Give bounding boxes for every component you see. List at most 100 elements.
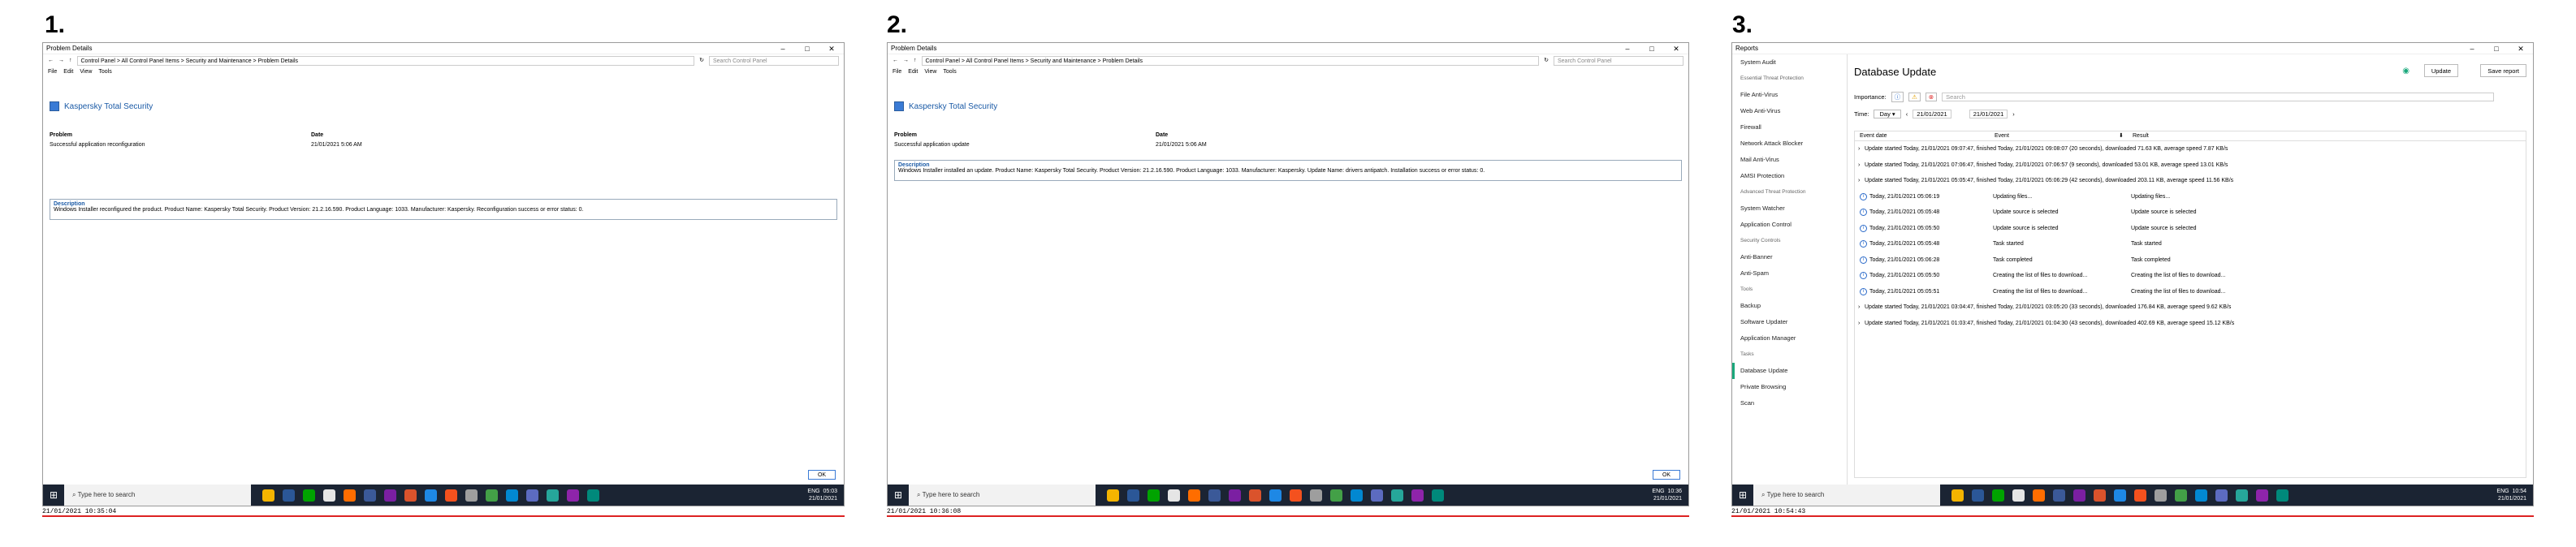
col-event[interactable]: Event [1995, 131, 2009, 141]
info-filter-icon[interactable]: ⓘ [1891, 92, 1904, 102]
sort-down-icon[interactable]: ⬇ [2119, 131, 2124, 141]
expand-chevron-icon[interactable]: › [1858, 173, 1860, 189]
sidebar-item[interactable]: AMSI Protection [1732, 168, 1847, 184]
taskbar-app-icon[interactable] [526, 489, 538, 502]
sidebar-item[interactable]: Firewall [1732, 119, 1847, 136]
expand-chevron-icon[interactable]: › [1858, 141, 1860, 157]
menu-edit[interactable]: Edit [63, 67, 73, 77]
taskbar-app-icon[interactable] [1168, 489, 1180, 502]
sidebar-item[interactable]: Application Manager [1732, 330, 1847, 347]
taskbar-app-icon[interactable] [1391, 489, 1403, 502]
taskbar-app-icon[interactable] [283, 489, 295, 502]
search-input[interactable]: Search Control Panel [1554, 56, 1683, 66]
taskbar-app-icon[interactable] [2094, 489, 2106, 502]
taskbar-app-icon[interactable] [2276, 489, 2289, 502]
taskbar-app-icon[interactable] [303, 489, 315, 502]
update-button[interactable]: Update [2423, 64, 2458, 77]
system-tray[interactable]: ENG 05:03 21/01/2021 [807, 488, 844, 502]
minimize-icon[interactable]: – [2460, 43, 2484, 54]
back-icon[interactable]: ← [48, 55, 54, 67]
taskbar-app-icon[interactable] [1351, 489, 1363, 502]
expand-chevron-icon[interactable]: › [1858, 299, 1860, 316]
event-detail-row[interactable]: i Today, 21/01/2021 05:05:50 Update source… [1855, 221, 2526, 237]
update-summary-row[interactable]: › Update started Today, 21/01/2021 01:03:… [1855, 316, 2526, 332]
sidebar-item[interactable]: Software Updater [1732, 314, 1847, 330]
sidebar-item[interactable]: Web Anti-Virus [1732, 103, 1847, 119]
taskbar-app-icon[interactable] [1371, 489, 1383, 502]
taskbar-app-icon[interactable] [364, 489, 376, 502]
taskbar-app-icon[interactable] [384, 489, 396, 502]
menu-tools[interactable]: Tools [98, 67, 111, 77]
taskbar-app-icon[interactable] [1148, 489, 1160, 502]
ok-button[interactable]: OK [808, 470, 836, 480]
up-icon[interactable]: ↑ [69, 55, 72, 67]
taskbar-app-icon[interactable] [2053, 489, 2065, 502]
taskbar-app-icon[interactable] [344, 489, 356, 502]
error-filter-icon[interactable]: ⊗ [1925, 93, 1938, 101]
minimize-icon[interactable]: – [1615, 43, 1640, 54]
menu-file[interactable]: File [893, 67, 901, 77]
taskbar-app-icon[interactable] [1127, 489, 1139, 502]
taskbar-app-icon[interactable] [425, 489, 437, 502]
taskbar-search[interactable]: ⌕ Type here to search [64, 485, 251, 506]
close-icon[interactable]: ✕ [2509, 43, 2533, 54]
taskbar-app-icon[interactable] [2114, 489, 2126, 502]
taskbar-app-icon[interactable] [2033, 489, 2045, 502]
taskbar-app-icon[interactable] [2195, 489, 2207, 502]
menu-tools[interactable]: Tools [943, 67, 956, 77]
system-tray[interactable]: ENG 10:36 21/01/2021 [1652, 488, 1688, 502]
forward-icon[interactable]: → [903, 55, 909, 67]
sidebar-item[interactable]: System Audit [1732, 54, 1847, 71]
search-input[interactable]: Search Control Panel [709, 56, 839, 66]
taskbar-app-icon[interactable] [1107, 489, 1119, 502]
windows-start-icon[interactable]: ⊞ [43, 489, 64, 501]
taskbar-app-icon[interactable] [2012, 489, 2025, 502]
menu-view[interactable]: View [80, 67, 92, 77]
sidebar-item[interactable]: Database Update [1732, 363, 1847, 379]
event-detail-row[interactable]: i Today, 21/01/2021 05:06:28 Task complete… [1855, 252, 2526, 269]
col-result[interactable]: Result [2133, 131, 2149, 141]
taskbar-app-icon[interactable] [465, 489, 478, 502]
taskbar-app-icon[interactable] [2073, 489, 2085, 502]
refresh-icon[interactable]: ↻ [1544, 55, 1549, 67]
update-summary-row[interactable]: › Update started Today, 21/01/2021 03:04:… [1855, 299, 2526, 316]
next-period-icon[interactable]: › [2012, 110, 2015, 118]
time-period-select[interactable]: Day ▾ [1874, 110, 1901, 118]
sidebar-item[interactable]: Anti-Spam [1732, 265, 1847, 282]
taskbar-app-icon[interactable] [486, 489, 498, 502]
ok-button[interactable]: OK [1653, 470, 1680, 480]
taskbar-app-icon[interactable] [2215, 489, 2228, 502]
taskbar-app-icon[interactable] [2155, 489, 2167, 502]
windows-start-icon[interactable]: ⊞ [888, 489, 909, 501]
event-detail-row[interactable]: i Today, 21/01/2021 05:05:51 Creating the … [1855, 284, 2526, 300]
taskbar-app-icon[interactable] [404, 489, 417, 502]
sidebar-item[interactable]: File Anti-Virus [1732, 87, 1847, 103]
taskbar-app-icon[interactable] [1992, 489, 2004, 502]
taskbar-app-icon[interactable] [1208, 489, 1221, 502]
event-detail-row[interactable]: i Today, 21/01/2021 05:05:48 Update source… [1855, 205, 2526, 221]
taskbar-app-icon[interactable] [1972, 489, 1984, 502]
taskbar-app-icon[interactable] [587, 489, 599, 502]
taskbar-app-icon[interactable] [1290, 489, 1302, 502]
taskbar-app-icon[interactable] [1411, 489, 1424, 502]
event-detail-row[interactable]: i Today, 21/01/2021 05:05:48 Task started T… [1855, 236, 2526, 252]
maximize-icon[interactable]: □ [795, 43, 819, 54]
expand-chevron-icon[interactable]: › [1858, 316, 1860, 332]
sidebar-item[interactable]: Anti-Banner [1732, 249, 1847, 265]
minimize-icon[interactable]: – [771, 43, 795, 54]
date-from-field[interactable]: 21/01/2021 [1913, 110, 1951, 118]
close-icon[interactable]: ✕ [1664, 43, 1688, 54]
refresh-icon[interactable]: ↻ [699, 55, 704, 67]
sidebar-item[interactable]: System Watcher [1732, 200, 1847, 217]
system-tray[interactable]: ENG 10:54 21/01/2021 [2496, 488, 2533, 502]
report-search-input[interactable]: Search [1942, 93, 2495, 101]
breadcrumb[interactable]: Control Panel > All Control Panel Items … [921, 56, 1540, 66]
taskbar-app-icon[interactable] [1249, 489, 1261, 502]
taskbar-app-icon[interactable] [2236, 489, 2248, 502]
maximize-icon[interactable]: □ [2484, 43, 2509, 54]
taskbar-app-icon[interactable] [506, 489, 518, 502]
save-report-button[interactable]: Save report [2480, 64, 2526, 77]
taskbar-app-icon[interactable] [445, 489, 457, 502]
taskbar-app-icon[interactable] [547, 489, 559, 502]
forward-icon[interactable]: → [58, 55, 64, 67]
